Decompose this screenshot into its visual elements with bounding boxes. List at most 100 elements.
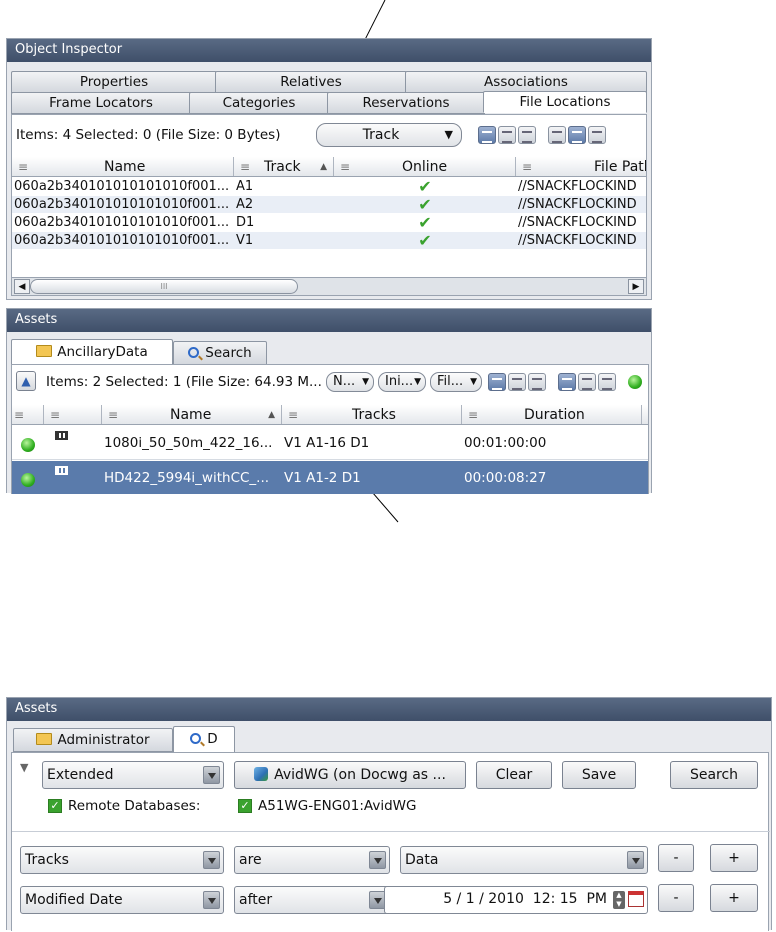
filter-select[interactable]: Fil... ▼ xyxy=(430,372,482,392)
online-check-icon: ✔ xyxy=(418,196,432,213)
detail-view-icon[interactable] xyxy=(498,126,516,144)
clear-button[interactable]: Clear xyxy=(476,761,552,789)
items-summary: Items: 4 Selected: 0 (File Size: 0 Bytes… xyxy=(16,127,281,143)
scroll-right-icon[interactable]: ▶ xyxy=(628,279,644,294)
track-dropdown[interactable]: Track ▼ xyxy=(316,123,462,147)
col-name-label: Name xyxy=(104,159,146,175)
time-spinner-icon[interactable]: ▲ ▼ xyxy=(613,891,625,909)
col-duration[interactable]: ≡ Duration xyxy=(462,405,642,424)
scroll-left-icon[interactable]: ◀ xyxy=(14,279,30,294)
search-icon xyxy=(188,347,200,358)
tab-search[interactable]: Search xyxy=(173,341,267,365)
criteria-operator-select-2[interactable]: after xyxy=(234,886,390,914)
up-folder-button[interactable]: ▲ xyxy=(16,371,36,391)
frame-small-icon[interactable] xyxy=(548,126,566,144)
table-row[interactable]: 060a2b340101010101010f001... V1 ✔ //SNAC… xyxy=(12,232,646,249)
database-button[interactable]: AvidWG (on Docwg as ... xyxy=(234,761,466,789)
tab-file-locations[interactable]: File Locations xyxy=(483,91,647,113)
thumbnail-view-icon[interactable] xyxy=(518,126,536,144)
col-online[interactable]: ≡ Online xyxy=(334,157,516,176)
tab-frame-locators[interactable]: Frame Locators xyxy=(11,92,191,114)
date-time-input[interactable]: 5 / 1 / 2010 12: 15 PM ▲ ▼ xyxy=(384,886,648,914)
table-row[interactable]: 060a2b340101010101010f001... D1 ✔ //SNAC… xyxy=(12,214,646,231)
table-row[interactable]: 060a2b340101010101010f001... A2 ✔ //SNAC… xyxy=(12,196,646,213)
add-criteria-button[interactable]: + xyxy=(710,844,758,872)
thumbnail-view-icon[interactable] xyxy=(528,373,546,391)
remote-db-checkbox[interactable]: ✓ xyxy=(238,799,252,813)
row-name: 060a2b340101010101010f001... xyxy=(14,179,230,194)
row-path: //SNACKFLOCKIND xyxy=(518,179,637,194)
remote-databases-checkbox[interactable]: ✓ xyxy=(48,799,62,813)
col-file-path[interactable]: ≡File Path xyxy=(516,157,646,176)
frame-large-icon[interactable] xyxy=(588,126,606,144)
collapse-triangle-icon[interactable]: ▼ xyxy=(20,761,28,774)
col-type[interactable]: ≡ xyxy=(44,405,102,424)
tab-administrator[interactable]: Administrator xyxy=(13,728,173,752)
remote-db-label: A51WG-ENG01:AvidWG xyxy=(258,798,417,814)
asset-duration: 00:01:00:00 xyxy=(464,435,547,451)
col-duration-label: Duration xyxy=(524,407,585,423)
scroll-grip: III xyxy=(160,282,168,291)
row-name: 060a2b340101010101010f001... xyxy=(14,197,230,212)
col-track[interactable]: ≡ Track ▲ xyxy=(234,157,334,176)
status-online-icon xyxy=(21,438,35,452)
add-criteria-button-2[interactable]: + xyxy=(710,884,758,912)
tab-properties[interactable]: Properties xyxy=(11,71,217,93)
online-check-icon: ✔ xyxy=(418,214,432,231)
criteria-field-select-2[interactable]: Modified Date xyxy=(20,886,224,914)
chevron-down-icon xyxy=(369,851,386,869)
frame-small-icon[interactable] xyxy=(558,373,576,391)
frame-large-icon[interactable] xyxy=(598,373,616,391)
calendar-icon[interactable] xyxy=(628,891,644,907)
sort-name-select[interactable]: N... ▼ xyxy=(326,372,374,392)
search-mode-select[interactable]: Extended xyxy=(42,761,224,789)
frame-medium-icon[interactable] xyxy=(578,373,596,391)
row-track: V1 xyxy=(236,233,254,248)
assets-title: Assets xyxy=(7,309,651,332)
criteria-area: Tracks are Data - + Modified Date after … xyxy=(12,831,770,932)
initial-select[interactable]: Ini... ▼ xyxy=(378,372,426,392)
col-name[interactable]: ≡ Name xyxy=(12,157,234,176)
asset-name: HD422_5994i_withCC_... xyxy=(104,470,270,486)
remove-criteria-button-2[interactable]: - xyxy=(658,884,694,912)
frame-medium-icon[interactable] xyxy=(568,126,586,144)
online-check-icon: ✔ xyxy=(418,232,432,249)
horizontal-scrollbar[interactable]: ◀ III ▶ xyxy=(12,277,646,295)
col-asset-name[interactable]: ≡ Name ▲ xyxy=(102,405,282,424)
col-status[interactable]: ≡ xyxy=(12,405,44,424)
criteria-field-select[interactable]: Tracks xyxy=(20,846,224,874)
criteria-value-select[interactable]: Data xyxy=(400,846,648,874)
detail-view-icon[interactable] xyxy=(508,373,526,391)
assets-search-title: Assets xyxy=(7,698,771,721)
asset-row-selected[interactable]: HD422_5994i_withCC_... V1 A1-2 D1 00:00:… xyxy=(12,461,648,494)
col-asset-name-label: Name xyxy=(170,407,212,423)
remote-databases-label: Remote Databases: xyxy=(68,798,201,814)
search-button[interactable]: Search xyxy=(670,761,758,789)
film-clip-icon xyxy=(55,431,68,440)
remove-criteria-button[interactable]: - xyxy=(658,844,694,872)
assets-search-panel: Assets Administrator D ▼ Extended AvidWG… xyxy=(6,697,772,932)
tab-administrator-label: Administrator xyxy=(57,732,150,748)
tab-search-d[interactable]: D xyxy=(173,726,235,753)
asset-row[interactable]: 1080i_50_50m_422_16... V1 A1-16 D1 00:01… xyxy=(12,426,648,460)
folder-icon xyxy=(36,345,53,357)
save-button[interactable]: Save xyxy=(562,761,636,789)
list-view-icon[interactable] xyxy=(488,373,506,391)
table-row[interactable]: 060a2b340101010101010f001... A1 ✔ //SNAC… xyxy=(12,178,646,195)
tab-relatives[interactable]: Relatives xyxy=(215,71,407,93)
tab-categories[interactable]: Categories xyxy=(189,92,329,114)
row-name: 060a2b340101010101010f001... xyxy=(14,233,230,248)
tab-ancillary-data[interactable]: AncillaryData xyxy=(11,339,173,365)
tab-associations[interactable]: Associations xyxy=(405,71,647,93)
ancillary-content: ▲ Items: 2 Selected: 1 (File Size: 64.93… xyxy=(11,364,649,494)
list-view-icon[interactable] xyxy=(478,126,496,144)
sort-name-value: N... xyxy=(333,374,356,389)
object-inspector-title: Object Inspector xyxy=(7,39,651,62)
criteria-value-value: Data xyxy=(405,852,439,868)
date-time-value: 5 / 1 / 2010 12: 15 PM xyxy=(443,891,607,907)
tab-reservations[interactable]: Reservations xyxy=(327,92,485,114)
scroll-thumb[interactable]: III xyxy=(30,279,298,294)
filter-value: Fil... xyxy=(437,374,464,389)
criteria-operator-select[interactable]: are xyxy=(234,846,390,874)
col-tracks[interactable]: ≡ Tracks xyxy=(282,405,462,424)
